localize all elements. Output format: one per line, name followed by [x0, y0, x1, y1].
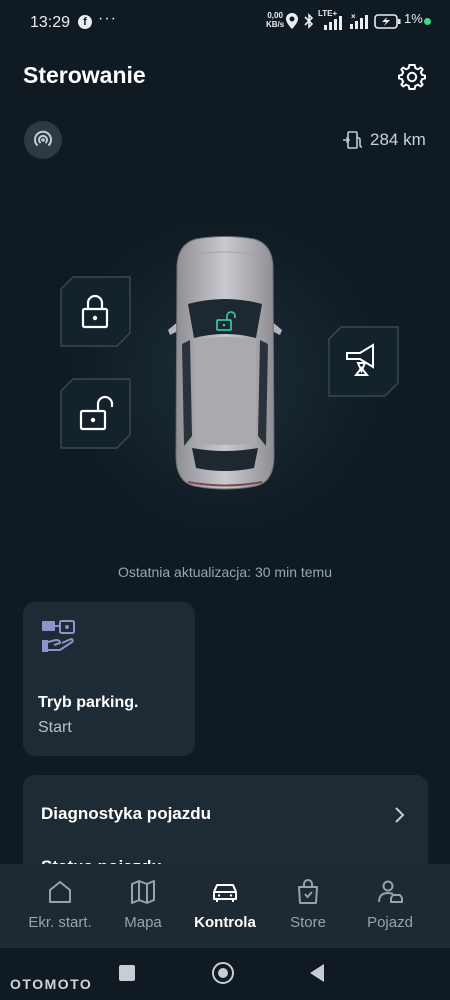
parking-mode-title: Tryb parking.: [38, 694, 139, 711]
range-indicator: 284 km: [342, 128, 426, 152]
store-icon: [298, 879, 318, 904]
signal-icon: [324, 16, 342, 30]
status-bar: 13:29 f ··· 0,00 KB/s LTE+ × 1%: [0, 0, 450, 46]
watermark-logo: OTOMOTO: [10, 976, 93, 992]
system-navigation-bar: [0, 948, 450, 1000]
back-button-icon[interactable]: [308, 963, 326, 983]
svg-text:×: ×: [351, 13, 356, 21]
data-rate-unit: KB/s: [266, 20, 285, 29]
nav-item-vehicle[interactable]: Pojazd: [345, 864, 435, 948]
car-icon: [213, 884, 237, 902]
nav-label-map: Mapa: [124, 914, 162, 931]
parking-mode-start[interactable]: Start: [38, 719, 72, 737]
bottom-navigation: Ekr. start. Mapa Kontrola Store Pojazd: [0, 864, 450, 948]
horn-button[interactable]: [327, 325, 399, 397]
nav-label-vehicle: Pojazd: [367, 914, 413, 931]
battery-charging-icon: [374, 14, 401, 29]
bluetooth-icon: [304, 13, 314, 29]
nav-item-store[interactable]: Store: [263, 864, 353, 948]
signal-2-icon: ×: [350, 13, 368, 29]
chevron-right-icon[interactable]: [392, 806, 406, 824]
page-title: Sterowanie: [23, 62, 146, 88]
status-time: 13:29: [30, 14, 71, 31]
user-car-icon: [378, 880, 403, 903]
nav-item-home[interactable]: Ekr. start.: [15, 864, 105, 948]
home-icon: [49, 881, 71, 903]
facebook-icon: f: [78, 15, 92, 29]
privacy-indicator-dot: [424, 18, 431, 25]
nav-label-home: Ekr. start.: [28, 914, 92, 931]
valet-key-icon: [42, 620, 75, 652]
nav-label-control: Kontrola: [194, 914, 256, 931]
data-rate: 0,00 KB/s: [266, 11, 284, 29]
list-item-diagnostics[interactable]: Diagnostyka pojazdu: [41, 804, 211, 824]
home-system-dot: [218, 968, 228, 978]
remote-signal-icon: [34, 130, 52, 146]
car-top-view: [168, 236, 282, 490]
settings-gear-icon[interactable]: [397, 62, 427, 92]
map-icon: [131, 880, 155, 904]
fuel-pump-icon: [343, 131, 363, 149]
range-value: 284 km: [370, 130, 426, 149]
recent-apps-button[interactable]: [119, 965, 135, 981]
nav-item-control[interactable]: Kontrola: [180, 864, 270, 948]
nav-label-store: Store: [290, 914, 326, 931]
home-system-button[interactable]: [212, 962, 234, 984]
location-icon: [286, 13, 298, 29]
data-rate-value: 0,00: [267, 11, 283, 20]
last-update-text: Ostatnia aktualizacja: 30 min temu: [118, 564, 332, 580]
unlock-button[interactable]: [59, 377, 131, 449]
nav-item-map[interactable]: Mapa: [98, 864, 188, 948]
connectivity-button[interactable]: [24, 121, 62, 159]
lock-button[interactable]: [59, 275, 131, 347]
battery-percent: 1%: [404, 11, 423, 26]
more-notifications-icon: ···: [98, 10, 117, 27]
